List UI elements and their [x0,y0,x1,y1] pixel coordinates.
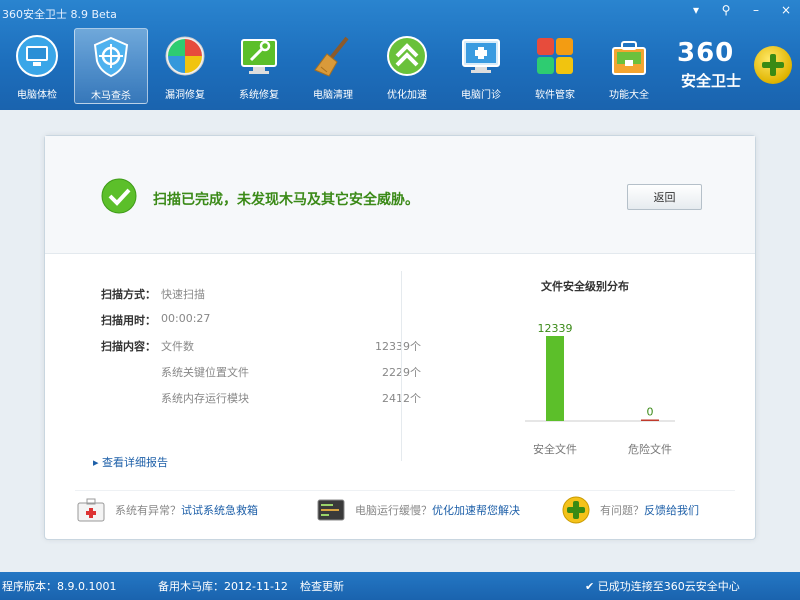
chart-bar [546,336,564,421]
tab-label: 电脑门诊 [461,90,501,101]
feedback-link[interactable]: 有问题？ 反馈给我们 [560,495,699,525]
tab-clinic[interactable]: 电脑门诊 [444,28,518,104]
scan-result-panel: 扫描已完成，未发现木马及其它安全威胁。 返回 扫描方式： 快速扫描 扫描用时： … [44,135,756,540]
brand-logo: 360 安全卫士 [677,38,792,98]
key-files-row: 系统关键位置文件 2229个 [101,364,421,390]
scan-content-row: 扫描内容： 文件数 12339个 [101,338,421,364]
tab-label: 电脑清理 [313,90,353,101]
cloud-status: ✔ 已成功连接至360云安全中心 [585,578,740,594]
speedup-prefix: 电脑运行缓慢？ [355,504,432,517]
settings-icon[interactable]: ⚲ [718,3,734,17]
support-logo-icon [560,495,592,525]
window-controls: ▾ ⚲ – × [688,3,794,17]
wrench-monitor-icon [235,32,283,80]
tab-label: 软件管家 [535,90,575,101]
check-icon [101,178,137,214]
chart-bar [641,419,659,421]
window-title: 360安全卫士 8.9 Beta [2,8,117,21]
doctor-monitor-icon [457,32,505,80]
scan-method-row: 扫描方式： 快速扫描 [101,286,421,312]
view-details-link[interactable]: ▸ 查看详细报告 [93,454,168,470]
memory-modules-row: 系统内存运行模块 2412个 [101,390,421,416]
bottom-links: 系统有异常？ 试试系统急救箱 电脑运行缓慢？ 优化加速帮您解决 有问题？ 反馈给… [75,490,735,530]
chart-category-label: 危险文件 [628,442,672,456]
tab-features[interactable]: 功能大全 [592,28,666,104]
key-files-label: 系统关键位置文件 [161,366,249,379]
skin-icon[interactable]: ▾ [688,3,704,17]
tab-label: 系统修复 [239,90,279,101]
scan-time-value: 00:00:27 [161,312,211,325]
chart-data-label: 12339 [538,322,573,335]
first-aid-link[interactable]: 系统有异常？ 试试系统急救箱 [75,495,258,525]
chart-title: 文件安全级别分布 [541,279,629,293]
check-update-link[interactable]: 检查更新 [300,578,344,594]
divider [401,271,402,461]
chart-data-label: 0 [647,406,654,419]
scan-time-row: 扫描用时： 00:00:27 [101,312,421,338]
plus-logo-icon [754,46,792,84]
tab-label: 木马查杀 [91,91,131,102]
top-banner: 360安全卫士 8.9 Beta ▾ ⚲ – × 电脑体检 木马查杀 漏洞修复 [0,0,800,110]
return-button[interactable]: 返回 [627,184,702,210]
chart-category-label: 安全文件 [533,442,577,456]
shield-icon [87,33,135,81]
first-aid-kit-icon [75,495,107,525]
scan-method-label: 扫描方式： [101,288,156,301]
tab-label: 功能大全 [609,90,649,101]
scan-content-value: 文件数 [161,340,194,353]
tab-checkup[interactable]: 电脑体检 [0,28,74,104]
tab-label: 漏洞修复 [165,90,205,101]
scan-info: 扫描方式： 快速扫描 扫描用时： 00:00:27 扫描内容： 文件数 1233… [101,286,421,416]
status-bar: 程序版本：8.9.0.1001 备用木马库：2012-11-12 检查更新 ✔ … [0,572,800,600]
tab-label: 优化加速 [387,90,427,101]
tab-label: 电脑体检 [17,90,57,101]
cloud-connected-icon: ✔ [585,580,598,593]
feedback-label[interactable]: 反馈给我们 [644,502,699,518]
file-safety-chart: 文件安全级别分布 12339 安全文件 0 危险文件 [525,279,675,456]
terminal-icon [315,495,347,525]
scan-time-label: 扫描用时： [101,314,156,327]
minimize-icon[interactable]: – [748,3,764,17]
tab-clean[interactable]: 电脑清理 [296,28,370,104]
cloud-status-text: 已成功连接至360云安全中心 [597,580,740,593]
scan-content-count: 12339个 [375,340,421,353]
scan-content-label: 扫描内容： [101,340,156,353]
broom-icon [309,32,357,80]
first-aid-label[interactable]: 试试系统急救箱 [181,502,258,518]
windows-patch-icon [161,32,209,80]
tab-software[interactable]: 软件管家 [518,28,592,104]
main-toolbar: 电脑体检 木马查杀 漏洞修复 系统修复 电脑清理 优化加速 电脑门诊 软件管家 … [0,28,666,106]
app-grid-icon [531,32,579,80]
first-aid-prefix: 系统有异常？ [115,504,181,517]
rocket-arrow-icon [383,32,431,80]
tab-speedup[interactable]: 优化加速 [370,28,444,104]
tab-leak[interactable]: 漏洞修复 [148,28,222,104]
toolbox-icon [605,32,653,80]
program-version: 程序版本：8.9.0.1001 [2,580,117,593]
result-message: 扫描已完成，未发现木马及其它安全威胁。 [153,192,419,208]
view-details-label[interactable]: 查看详细报告 [102,456,168,469]
trojan-db-date: 备用木马库：2012-11-12 [158,580,288,593]
brand-name: 安全卫士 [681,72,742,90]
speedup-link[interactable]: 电脑运行缓慢？ 优化加速帮您解决 [315,495,520,525]
feedback-prefix: 有问题？ [600,504,644,517]
brand-number: 360 [677,38,735,68]
speedup-label[interactable]: 优化加速帮您解决 [432,502,520,518]
result-header: 扫描已完成，未发现木马及其它安全威胁。 返回 [45,136,755,254]
monitor-icon [13,32,61,80]
scan-method-value: 快速扫描 [161,288,205,301]
close-icon[interactable]: × [778,3,794,17]
memory-modules-label: 系统内存运行模块 [161,392,249,405]
tab-trojan[interactable]: 木马查杀 [74,28,148,104]
tab-repair[interactable]: 系统修复 [222,28,296,104]
